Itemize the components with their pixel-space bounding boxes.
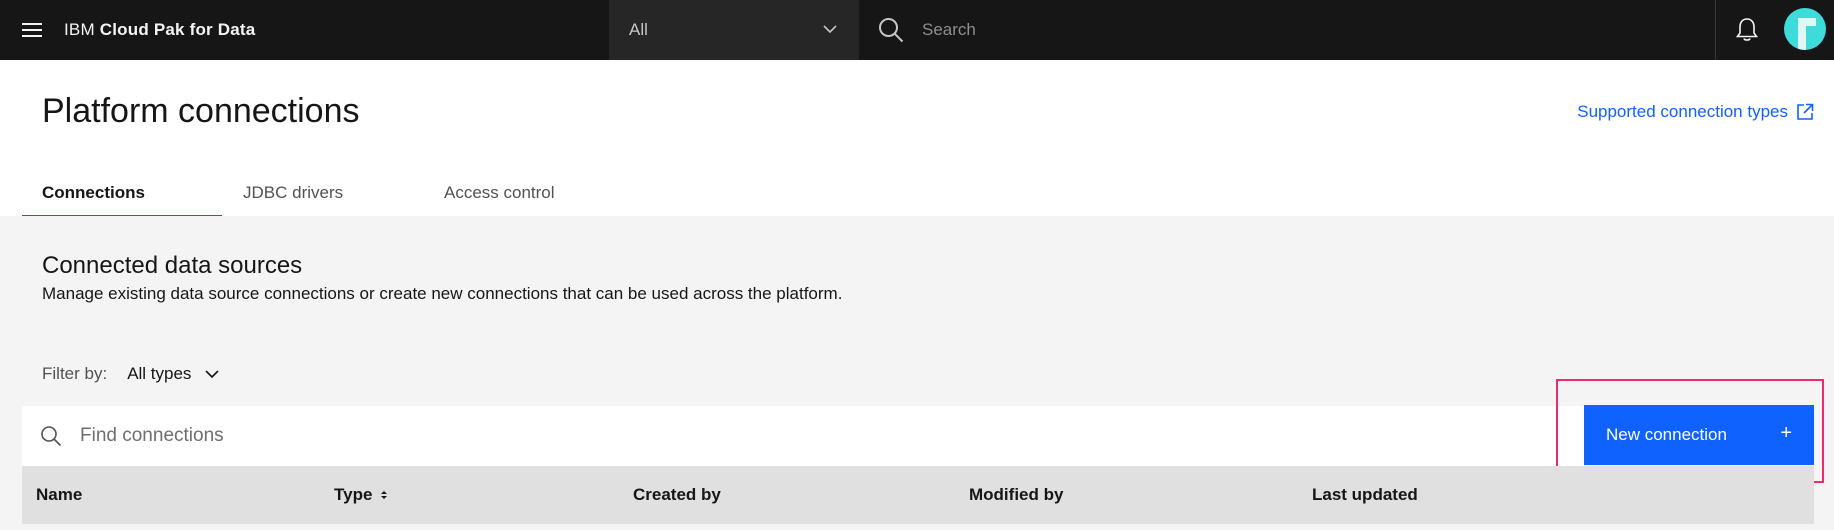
external-link-icon	[1797, 103, 1814, 120]
plus-icon: +	[1780, 422, 1792, 444]
global-search	[860, 0, 1714, 60]
connections-panel: Connected data sources Manage existing d…	[0, 216, 1834, 530]
notifications-button[interactable]	[1715, 0, 1777, 60]
column-header-created-by[interactable]: Created by	[633, 485, 721, 505]
scope-value: All	[629, 20, 648, 39]
chevron-down-icon	[823, 25, 837, 34]
new-connection-label: New connection	[1606, 425, 1727, 444]
section-title: Connected data sources	[42, 252, 303, 279]
product-name[interactable]: IBM Cloud Pak for Data	[64, 20, 255, 40]
find-connections-input[interactable]	[80, 425, 1280, 447]
column-header-type-label: Type	[334, 485, 373, 504]
column-header-last-updated[interactable]: Last updated	[1312, 485, 1418, 505]
supported-connection-types-link[interactable]: Supported connection types	[1577, 102, 1814, 122]
avatar[interactable]	[1784, 8, 1826, 50]
section-description: Manage existing data source connections …	[42, 284, 843, 303]
filter-type-dropdown[interactable]: All types	[127, 364, 191, 384]
brand-prefix: IBM	[64, 20, 95, 39]
column-header-type[interactable]: Type	[334, 485, 388, 505]
column-header-modified-by[interactable]: Modified by	[969, 485, 1063, 505]
tab-jdbc-drivers[interactable]: JDBC drivers	[223, 170, 423, 218]
brand-name: Cloud Pak for Data	[99, 20, 256, 39]
scope-dropdown[interactable]: All	[609, 0, 859, 60]
page-title: Platform connections	[42, 92, 360, 130]
global-search-input[interactable]	[922, 20, 1622, 40]
tab-access-control[interactable]: Access control	[424, 170, 624, 218]
column-header-name[interactable]: Name	[36, 485, 82, 505]
bell-icon	[1735, 18, 1758, 41]
filter-row: Filter by: All types	[42, 364, 220, 384]
search-icon	[879, 18, 904, 43]
filter-label: Filter by:	[42, 364, 108, 383]
search-icon	[41, 426, 62, 447]
menu-icon[interactable]	[0, 0, 64, 60]
tab-list: Connections JDBC drivers Access control	[22, 170, 624, 218]
table-header: Name Type Created by Modified by Last up…	[22, 466, 1814, 524]
new-connection-button[interactable]: New connection +	[1584, 405, 1814, 465]
sort-icon[interactable]	[380, 489, 388, 501]
tab-connections[interactable]: Connections	[22, 170, 222, 218]
chevron-down-icon[interactable]	[205, 369, 220, 379]
find-connections-search	[22, 406, 1584, 466]
top-navigation-bar: IBM Cloud Pak for Data All	[0, 0, 1834, 60]
supported-link-label: Supported connection types	[1577, 102, 1788, 121]
